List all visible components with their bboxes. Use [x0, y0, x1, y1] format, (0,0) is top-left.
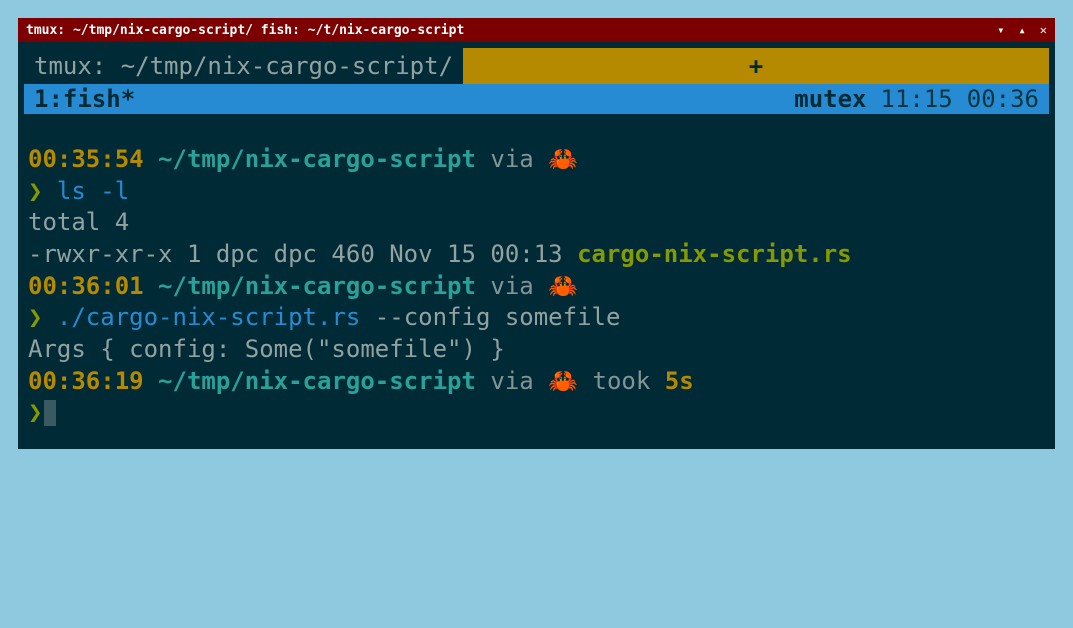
command-text: ./cargo-nix-script.rs	[42, 303, 360, 331]
timestamp: 00:36:01	[28, 272, 144, 300]
cwd-path: ~/tmp/nix-cargo-script	[158, 272, 476, 300]
duration: 5s	[665, 367, 694, 395]
status-date: 11:15	[881, 85, 953, 113]
prompt-symbol: ❯	[28, 303, 42, 331]
tmux-window-indicator: 1:fish*	[34, 85, 135, 113]
close-icon[interactable]: ✕	[1040, 23, 1047, 37]
prompt-symbol: ❯	[28, 177, 42, 205]
via-text: via	[476, 145, 548, 173]
new-tab-button[interactable]: +	[463, 48, 1049, 84]
timestamp: 00:35:54	[28, 145, 144, 173]
prompt-line: 00:36:01 ~/tmp/nix-cargo-script via 🦀	[28, 271, 1045, 303]
plus-icon: +	[749, 52, 763, 80]
hostname: mutex	[794, 85, 866, 113]
cursor	[44, 400, 56, 426]
rust-icon: 🦀	[548, 272, 578, 300]
command-text: ls -l	[42, 177, 129, 205]
cwd-path: ~/tmp/nix-cargo-script	[158, 145, 476, 173]
via-text: via	[476, 272, 548, 300]
maximize-icon[interactable]: ▴	[1019, 23, 1026, 37]
rust-icon: 🦀	[548, 367, 578, 395]
took-text: took	[578, 367, 665, 395]
output-line: total 4	[28, 207, 1045, 239]
output-line: Args { config: Some("somefile") }	[28, 334, 1045, 366]
command-line: ❯ ls -l	[28, 176, 1045, 208]
timestamp: 00:36:19	[28, 367, 144, 395]
minimize-icon[interactable]: ▾	[997, 23, 1004, 37]
via-text: via	[476, 367, 548, 395]
tab-active[interactable]: tmux: ~/tmp/nix-cargo-script/	[24, 48, 463, 84]
filename: cargo-nix-script.rs	[577, 240, 852, 268]
prompt-line: 00:35:54 ~/tmp/nix-cargo-script via 🦀	[28, 144, 1045, 176]
file-listing: -rwxr-xr-x 1 dpc dpc 460 Nov 15 00:13	[28, 240, 577, 268]
cwd-path: ~/tmp/nix-cargo-script	[158, 367, 476, 395]
prompt-line: 00:36:19 ~/tmp/nix-cargo-script via 🦀 to…	[28, 366, 1045, 398]
window-title: tmux: ~/tmp/nix-cargo-script/ fish: ~/t/…	[26, 23, 464, 38]
status-time: 00:36	[967, 85, 1039, 113]
tab-label: tmux: ~/tmp/nix-cargo-script/	[34, 52, 453, 80]
window-titlebar: tmux: ~/tmp/nix-cargo-script/ fish: ~/t/…	[18, 18, 1055, 42]
terminal-window: tmux: ~/tmp/nix-cargo-script/ fish: ~/t/…	[18, 18, 1055, 449]
tmux-statusbar: 1:fish* mutex 11:15 00:36	[24, 84, 1049, 114]
command-line: ❯	[28, 397, 1045, 429]
prompt-symbol: ❯	[28, 398, 42, 426]
command-args: --config somefile	[360, 303, 620, 331]
command-line: ❯ ./cargo-nix-script.rs --config somefil…	[28, 302, 1045, 334]
terminal-content[interactable]: 00:35:54 ~/tmp/nix-cargo-script via 🦀 ❯ …	[18, 114, 1055, 449]
tab-bar: tmux: ~/tmp/nix-cargo-script/ +	[24, 48, 1049, 84]
output-line: -rwxr-xr-x 1 dpc dpc 460 Nov 15 00:13 ca…	[28, 239, 1045, 271]
rust-icon: 🦀	[548, 145, 578, 173]
